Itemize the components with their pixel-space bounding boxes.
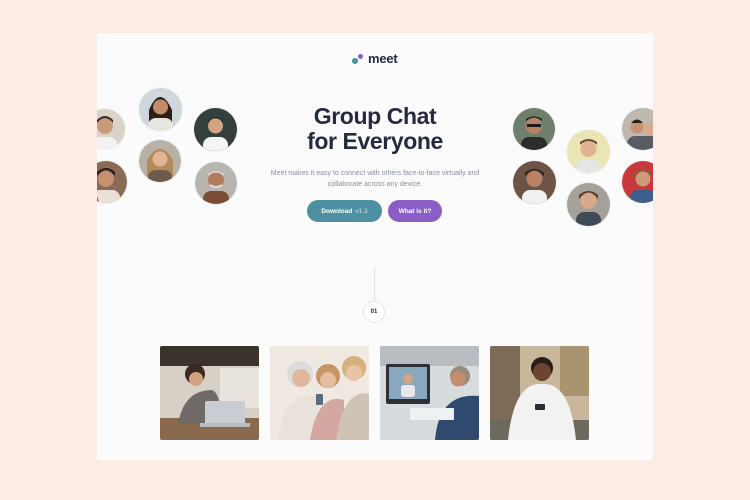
brand-logo[interactable]: meet (352, 51, 398, 66)
what-is-it-label: What is it? (398, 207, 432, 215)
logo-icon (352, 53, 364, 65)
avatar (139, 88, 182, 131)
brand-name: meet (368, 51, 398, 66)
hero-title: Group Chat for Everyone (257, 104, 493, 154)
man-phone-photo (490, 346, 589, 440)
avatar (567, 130, 610, 173)
hero-title-line-1: Group Chat (313, 103, 437, 129)
download-label: Download (321, 207, 353, 215)
landing-card: meet Group Chat for Everyone Meet makes (97, 33, 653, 460)
avatar (194, 108, 237, 151)
step-badge: 01 (363, 301, 385, 323)
avatar (513, 161, 556, 204)
avatar (567, 183, 610, 226)
avatar (97, 161, 127, 203)
hero-description: Meet makes it easy to connect with other… (270, 170, 480, 188)
avatar (513, 108, 555, 150)
avatar (622, 161, 653, 203)
man-video-call-photo (380, 346, 479, 440)
avatar (97, 109, 125, 149)
avatar (139, 140, 181, 182)
download-version: v1.3 (355, 207, 368, 215)
hero-title-line-2: for Everyone (307, 128, 443, 154)
download-button[interactable]: Download v1.3 (307, 200, 382, 222)
women-group-phone-photo (270, 346, 369, 440)
woman-laptop-photo (160, 346, 259, 440)
timeline-line (374, 267, 375, 303)
avatar (622, 108, 653, 150)
avatar (195, 162, 237, 204)
what-is-it-button[interactable]: What is it? (388, 200, 442, 222)
